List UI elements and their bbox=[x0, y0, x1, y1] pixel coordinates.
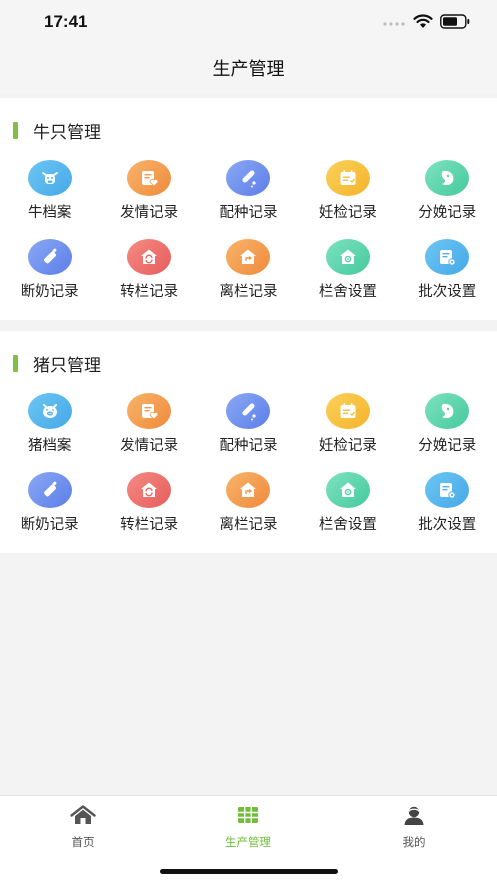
newborn-icon bbox=[425, 160, 470, 196]
nav-bar: 生产管理 bbox=[0, 42, 497, 94]
bottle-icon bbox=[27, 472, 72, 508]
menu-item-label: 转栏记录 bbox=[120, 284, 179, 300]
section-title: 牛只管理 bbox=[33, 122, 101, 143]
menu-item-label: 分娩记录 bbox=[418, 438, 477, 454]
menu-item-pregnancy-check-record[interactable]: 妊检记录 bbox=[298, 393, 397, 472]
status-time: 17:41 bbox=[44, 12, 88, 31]
test-tube-icon bbox=[226, 160, 271, 196]
menu-item-label: 断奶记录 bbox=[20, 284, 79, 300]
menu-item-label: 猪档案 bbox=[27, 438, 72, 454]
menu-item-label: 栏舍设置 bbox=[318, 284, 377, 300]
tab-label: 首页 bbox=[71, 835, 95, 849]
grid-icon bbox=[238, 807, 258, 823]
wifi-icon bbox=[413, 14, 433, 28]
test-tube-icon bbox=[226, 393, 271, 429]
bottle-icon bbox=[27, 239, 72, 275]
menu-item-pen-transfer-record[interactable]: 转栏记录 bbox=[99, 239, 198, 318]
section-header: 猪只管理 bbox=[13, 353, 101, 376]
house-exit-icon bbox=[226, 239, 271, 275]
section-header: 牛只管理 bbox=[13, 120, 101, 143]
calendar-check-icon bbox=[325, 393, 370, 429]
user-icon bbox=[404, 806, 424, 825]
menu-item-estrus-record[interactable]: 发情记录 bbox=[99, 393, 198, 472]
menu-item-label: 离栏记录 bbox=[219, 284, 278, 300]
pig-menu-grid: 猪档案 发情记录 配种记录 妊检记录 分娩记录 断奶记录 转栏记录 离栏记录 栏… bbox=[0, 393, 497, 551]
cattle-management-section: 牛只管理 牛档案 发情记录 配种记录 妊检记录 分娩记录 断奶记录 转栏记录 离… bbox=[0, 98, 497, 320]
status-bar: 17:41 bbox=[0, 0, 497, 42]
tab-mine[interactable]: 我的 bbox=[364, 804, 464, 850]
home-icon bbox=[70, 805, 96, 824]
menu-item-label: 分娩记录 bbox=[418, 205, 477, 221]
house-exit-icon bbox=[226, 472, 271, 508]
section-title: 猪只管理 bbox=[33, 355, 101, 376]
batch-settings-icon bbox=[425, 472, 470, 508]
menu-item-label: 妊检记录 bbox=[318, 205, 377, 221]
menu-item-label: 转栏记录 bbox=[120, 517, 179, 533]
menu-item-pen-transfer-record[interactable]: 转栏记录 bbox=[99, 472, 198, 551]
menu-item-label: 配种记录 bbox=[219, 438, 278, 454]
menu-item-label: 发情记录 bbox=[120, 205, 179, 221]
menu-item-pen-settings[interactable]: 栏舍设置 bbox=[298, 239, 397, 318]
battery-icon bbox=[440, 14, 470, 29]
menu-item-label: 妊检记录 bbox=[318, 438, 377, 454]
calendar-check-icon bbox=[325, 160, 370, 196]
cow-icon bbox=[27, 160, 72, 196]
menu-item-weaning-record[interactable]: 断奶记录 bbox=[0, 472, 99, 551]
menu-item-farrowing-record[interactable]: 分娩记录 bbox=[398, 393, 497, 472]
menu-item-breeding-record[interactable]: 配种记录 bbox=[199, 160, 298, 239]
section-accent-bar bbox=[13, 354, 18, 372]
menu-item-label: 配种记录 bbox=[219, 205, 278, 221]
house-transfer-icon bbox=[127, 239, 172, 275]
menu-item-batch-settings[interactable]: 批次设置 bbox=[398, 239, 497, 318]
menu-item-pen-exit-record[interactable]: 离栏记录 bbox=[199, 472, 298, 551]
house-settings-icon bbox=[325, 239, 370, 275]
menu-item-pig-archive[interactable]: 猪档案 bbox=[0, 393, 99, 472]
house-settings-icon bbox=[325, 472, 370, 508]
menu-item-breeding-record[interactable]: 配种记录 bbox=[199, 393, 298, 472]
menu-item-batch-settings[interactable]: 批次设置 bbox=[398, 472, 497, 551]
cattle-menu-grid: 牛档案 发情记录 配种记录 妊检记录 分娩记录 断奶记录 转栏记录 离栏记录 栏… bbox=[0, 160, 497, 318]
tab-label: 我的 bbox=[402, 835, 426, 849]
newborn-icon bbox=[425, 393, 470, 429]
menu-item-label: 断奶记录 bbox=[20, 517, 79, 533]
signal-icon bbox=[383, 22, 405, 26]
menu-item-estrus-record[interactable]: 发情记录 bbox=[99, 160, 198, 239]
batch-settings-icon bbox=[425, 239, 470, 275]
pig-management-section: 猪只管理 猪档案 发情记录 配种记录 妊检记录 分娩记录 断奶记录 转栏记录 离… bbox=[0, 331, 497, 553]
tab-home[interactable]: 首页 bbox=[33, 804, 133, 850]
house-transfer-icon bbox=[127, 472, 172, 508]
menu-item-label: 牛档案 bbox=[27, 205, 72, 221]
menu-item-label: 发情记录 bbox=[120, 438, 179, 454]
home-indicator bbox=[160, 869, 338, 874]
menu-item-label: 离栏记录 bbox=[219, 517, 278, 533]
menu-item-weaning-record[interactable]: 断奶记录 bbox=[0, 239, 99, 318]
menu-item-label: 批次设置 bbox=[418, 284, 477, 300]
menu-item-pen-settings[interactable]: 栏舍设置 bbox=[298, 472, 397, 551]
menu-item-label: 栏舍设置 bbox=[318, 517, 377, 533]
menu-item-pen-exit-record[interactable]: 离栏记录 bbox=[199, 239, 298, 318]
heart-note-icon bbox=[127, 160, 172, 196]
page-title: 生产管理 bbox=[212, 59, 285, 80]
section-accent-bar bbox=[13, 121, 18, 139]
menu-item-farrowing-record[interactable]: 分娩记录 bbox=[398, 160, 497, 239]
menu-item-cattle-archive[interactable]: 牛档案 bbox=[0, 160, 99, 239]
tab-production-management[interactable]: 生产管理 bbox=[198, 804, 298, 850]
menu-item-label: 批次设置 bbox=[418, 517, 477, 533]
pig-icon bbox=[27, 393, 72, 429]
tab-label: 生产管理 bbox=[225, 835, 271, 849]
menu-item-pregnancy-check-record[interactable]: 妊检记录 bbox=[298, 160, 397, 239]
heart-note-icon bbox=[127, 393, 172, 429]
